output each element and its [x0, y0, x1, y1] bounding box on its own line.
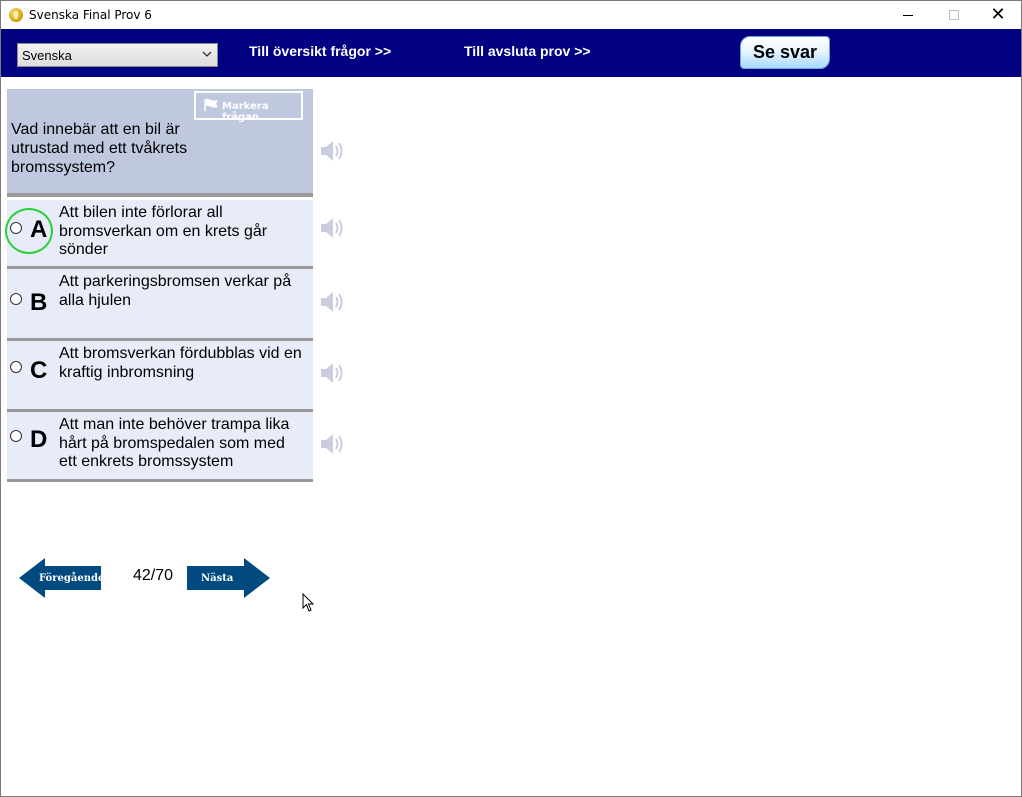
answer-option-d[interactable]: D Att man inte behöver trampa lika hårt … [7, 412, 313, 482]
answer-b-letter: B [30, 289, 48, 316]
finish-exam-link[interactable]: Till avsluta prov >> [464, 43, 591, 59]
title-bar: Svenska Final Prov 6 ✕ [1, 1, 1021, 29]
app-window: Svenska Final Prov 6 ✕ Svenska Till över… [0, 0, 1022, 797]
answer-c-radio[interactable] [10, 361, 22, 373]
maximize-button[interactable] [931, 1, 977, 29]
answer-d-radio[interactable] [10, 430, 22, 442]
flag-icon [204, 98, 218, 111]
language-select[interactable]: Svenska [17, 43, 218, 67]
question-speaker-icon[interactable] [319, 139, 345, 163]
mark-question-button[interactable]: Markera frågan [194, 91, 303, 123]
next-button[interactable]: Nästa [186, 558, 270, 598]
answer-d-letter: D [30, 426, 48, 453]
next-label: Nästa [201, 573, 234, 584]
answer-d-speaker-icon[interactable] [319, 432, 345, 456]
answer-c-speaker-icon[interactable] [319, 361, 345, 385]
close-button[interactable]: ✕ [975, 1, 1021, 29]
question-counter: 42/70 [133, 567, 174, 584]
top-toolbar: Svenska Till översikt frågor >> Till avs… [1, 29, 1021, 77]
question-panel: Markera frågan Vad innebär att en bil är… [7, 89, 313, 197]
language-select-value: Svenska [22, 48, 72, 63]
close-icon: ✕ [990, 4, 1006, 25]
answer-b-text: Att parkeringsbromsen verkar på alla hju… [59, 273, 292, 309]
overview-questions-link[interactable]: Till översikt frågor >> [249, 43, 391, 59]
maximize-icon [949, 10, 959, 20]
mouse-cursor-icon [302, 593, 315, 612]
mark-question-label: Markera frågan [222, 101, 269, 123]
answer-a-text: Att bilen inte förlorar all bromsverkan … [59, 204, 268, 258]
answer-option-b[interactable]: B Att parkeringsbromsen verkar på alla h… [7, 269, 313, 341]
see-answer-button[interactable]: Se svar [740, 36, 830, 69]
answer-b-speaker-icon[interactable] [319, 290, 345, 314]
answer-option-c[interactable]: C Att bromsverkan fördubblas vid en kraf… [7, 341, 313, 412]
answer-c-text: Att bromsverkan fördubblas vid en krafti… [59, 345, 302, 381]
answer-c-letter: C [30, 357, 48, 384]
answer-d-text: Att man inte behöver trampa lika hårt på… [59, 416, 290, 470]
answer-a-letter: A [30, 216, 48, 243]
answer-a-speaker-icon[interactable] [319, 216, 345, 240]
window-title: Svenska Final Prov 6 [29, 8, 152, 22]
minimize-button[interactable] [885, 1, 931, 29]
answer-b-radio[interactable] [10, 293, 22, 305]
app-logo-icon [9, 8, 23, 22]
chevron-down-icon [202, 51, 212, 57]
question-text: Vad innebär att en bil är utrustad med e… [11, 121, 188, 176]
answer-a-radio[interactable] [10, 222, 22, 234]
answer-option-a[interactable]: A Att bilen inte förlorar all bromsverka… [5, 200, 313, 269]
previous-label: Föregående [39, 573, 105, 584]
previous-button[interactable]: Föregående [19, 558, 105, 598]
minimize-icon [903, 14, 913, 16]
